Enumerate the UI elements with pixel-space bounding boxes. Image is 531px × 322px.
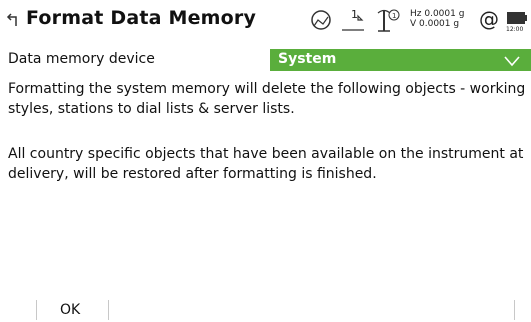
hz-readout: Hz 0.0001 g [410,9,465,19]
prism-number: 1 [351,8,358,21]
data-memory-device-dropdown[interactable]: System [270,49,531,71]
page-title: Format Data Memory [26,7,257,29]
ok-button-label: OK [60,302,81,318]
restore-info-text: All country specific objects that have b… [8,146,524,182]
data-memory-device-label: Data memory device [8,51,155,67]
at-icon[interactable]: @ [479,8,499,30]
softkey-divider [36,300,37,320]
v-readout: V 0.0001 g [410,19,460,29]
ok-button[interactable]: OK [38,297,108,322]
battery-time: 12:00 [506,26,524,33]
dropdown-value: System [278,51,337,67]
chevron-down-icon [503,53,521,67]
back-arrow-icon[interactable] [6,8,22,30]
title-bar: Format Data Memory 1 1 Hz 0.0001 g V 0.0… [0,0,531,40]
format-warning-text: Formatting the system memory will delete… [8,81,526,117]
tilt-icon[interactable]: 1 [372,6,402,34]
softkey-divider [514,300,515,320]
softkey-bar: OK [0,297,531,322]
softkey-divider [108,300,109,320]
tilt-number: 1 [392,12,396,20]
gnss-icon[interactable] [309,8,333,32]
